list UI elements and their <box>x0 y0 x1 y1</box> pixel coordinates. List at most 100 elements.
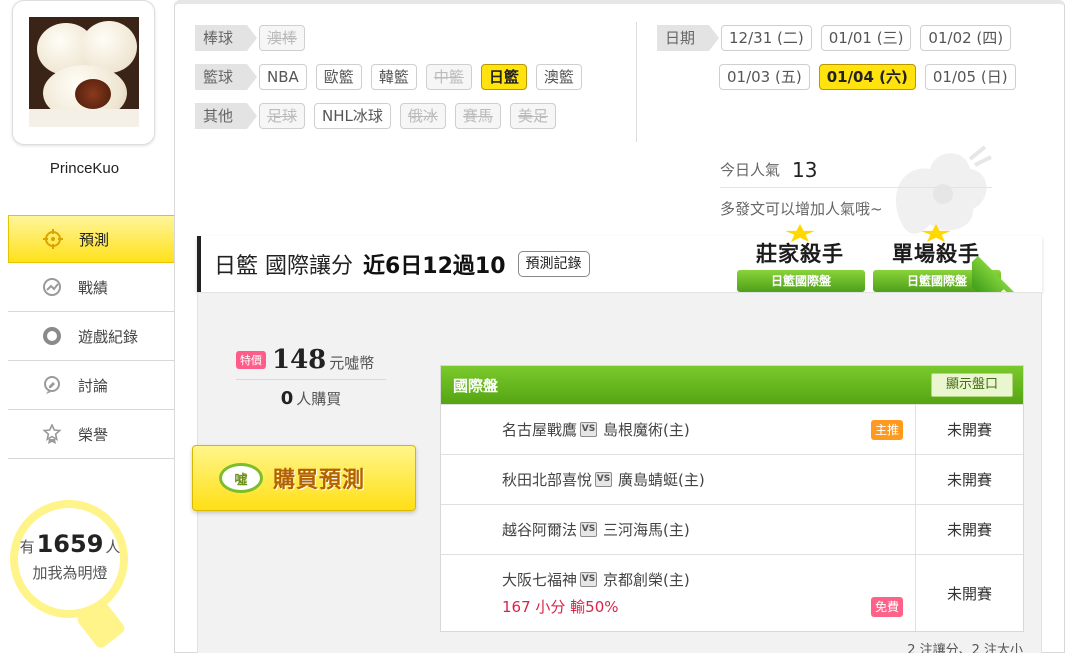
date-label: 日期 <box>657 25 720 51</box>
date-chip-selected[interactable]: 01/04 (六) <box>818 64 916 90</box>
buy-prediction-button[interactable]: 噓 購買預測 <box>192 445 416 511</box>
league-chip-russia-hockey: 俄冰 <box>399 103 446 129</box>
sidebar-item-predict[interactable]: 預測 <box>8 215 195 263</box>
table-row: 秋田北部喜悅 VS 廣島蜻蜓(主) 未開賽 <box>441 454 1023 504</box>
sidebar-item-label: 遊戲紀錄 <box>78 327 139 346</box>
sale-badge: 特價 <box>236 351 266 369</box>
sidebar-item-label: 預測 <box>79 230 110 249</box>
game-matchup: 越谷阿爾法 VS 三河海馬(主) <box>441 505 916 554</box>
buy-button-label: 購買預測 <box>273 468 366 493</box>
filter-row-other: 其他 足球 NHL冰球 俄冰 賽馬 美足 <box>195 103 565 129</box>
prediction-pick: 167 小分 輸50% <box>502 598 619 616</box>
sidebar-item-label: 討論 <box>78 376 109 395</box>
show-odds-button[interactable]: 顯示盤口 <box>930 373 1013 397</box>
league-chip-korea-basketball[interactable]: 韓籃 <box>370 64 417 90</box>
ring-icon <box>42 326 62 346</box>
date-row-2: 01/03 (五) 01/04 (六) 01/05 (日) <box>719 64 1025 90</box>
game-matchup: 秋田北部喜悅 VS 廣島蜻蜓(主) <box>441 455 916 504</box>
vs-icon: VS <box>580 572 598 587</box>
price-row: 特價 148 元噓幣 <box>236 345 386 380</box>
game-matchup: 大阪七福神 VS 京都創榮(主) 167 小分 輸50% 免費 <box>441 555 916 631</box>
game-status: 未開賽 <box>946 521 992 539</box>
popularity-box: 今日人氣 13 多發文可以增加人氣哦~ <box>720 152 992 228</box>
chat-icon <box>42 375 62 395</box>
badge-ribbon: 日籃國際盤 <box>737 270 865 292</box>
prediction-streak: 近6日12過10 <box>363 254 506 279</box>
sidebar-item-label: 榮譽 <box>78 425 109 444</box>
popularity-label: 今日人氣 <box>720 161 781 179</box>
featured-tag: 主推 <box>870 419 903 440</box>
table-row: 名古屋戰鷹 VS 島根魔術(主) 主推 未開賽 <box>441 404 1023 454</box>
vs-icon: VS <box>595 472 613 487</box>
sidebar-item-game-log[interactable]: 遊戲紀錄 <box>8 312 174 361</box>
sidebar-item-discuss[interactable]: 討論 <box>8 361 174 410</box>
filter-row-baseball: 棒球 澳棒 <box>195 25 314 51</box>
badge-title: 莊家殺手 <box>756 242 844 266</box>
prediction-panel: 特價 148 元噓幣 0人購買 噓 購買預測 國際盤 顯示盤口 名古屋戰鷹 V <box>192 292 1042 653</box>
vs-icon: VS <box>580 422 598 437</box>
game-status: 未開賽 <box>946 584 992 603</box>
date-chip[interactable]: 01/05 (日) <box>924 64 1016 90</box>
chart-icon <box>42 277 62 297</box>
away-team: 名古屋戰鷹 <box>502 421 578 439</box>
crosshair-icon <box>43 229 63 249</box>
league-chip-horse-racing: 賽馬 <box>454 103 501 129</box>
date-chip[interactable]: 01/03 (五) <box>719 64 810 90</box>
league-chip-euro-basketball[interactable]: 歐籃 <box>315 64 362 90</box>
medal-icon <box>42 424 62 444</box>
avatar-plate <box>29 109 139 127</box>
price-unit: 元噓幣 <box>329 354 375 372</box>
date-chip[interactable]: 01/01 (三) <box>820 25 912 51</box>
odds-table-header: 國際盤 顯示盤口 <box>441 366 1023 404</box>
lightbulb-icon <box>10 500 128 618</box>
league-chip-american-football: 美足 <box>509 103 556 129</box>
prediction-league: 日籃 國際讓分 <box>214 254 353 279</box>
sidebar-item-record[interactable]: 戰績 <box>8 263 174 312</box>
away-team: 大阪七福神 <box>502 571 578 589</box>
price-value: 148 <box>272 345 327 375</box>
game-status: 未開賽 <box>946 471 992 489</box>
league-chip-china-basketball: 中籃 <box>425 64 472 90</box>
popularity-note: 多發文可以增加人氣哦~ <box>720 199 883 218</box>
vs-icon: VS <box>580 522 598 537</box>
avatar-card <box>12 0 155 145</box>
sidebar-item-honor[interactable]: 榮譽 <box>8 410 174 459</box>
avatar-filling <box>75 79 111 109</box>
prediction-record-button[interactable]: 預測記錄 <box>517 251 590 277</box>
table-row: 大阪七福神 VS 京都創榮(主) 167 小分 輸50% 免費 未開賽 <box>441 554 1023 631</box>
main-panel: 棒球 澳棒 籃球 NBA 歐籃 韓籃 中籃 日籃 澳籃 其他 足球 NHL冰球 … <box>174 0 1065 653</box>
avatar[interactable] <box>29 17 139 127</box>
category-label: 其他 <box>195 103 258 129</box>
league-chip-football: 足球 <box>259 103 306 129</box>
league-chip-japan-basketball[interactable]: 日籃 <box>480 64 527 90</box>
buyers-count: 0 人購買 <box>280 388 342 409</box>
price-box: 特價 148 元噓幣 0 人購買 <box>236 345 386 409</box>
league-chip-nba[interactable]: NBA <box>259 64 307 90</box>
popularity-row: 今日人氣 13 <box>720 152 992 188</box>
home-team: 三河海馬(主) <box>603 521 690 539</box>
odds-table-title: 國際盤 <box>453 376 499 395</box>
filter-row-basketball: 籃球 NBA 歐籃 韓籃 中籃 日籃 澳籃 <box>195 64 591 90</box>
league-chip-aus-basketball[interactable]: 澳籃 <box>535 64 582 90</box>
home-team: 島根魔術(主) <box>603 421 690 439</box>
away-team: 越谷阿爾法 <box>502 521 578 539</box>
date-chip[interactable]: 12/31 (二) <box>721 25 812 51</box>
username[interactable]: PrinceKuo <box>12 160 157 177</box>
game-matchup: 名古屋戰鷹 VS 島根魔術(主) 主推 <box>441 405 916 454</box>
date-chip[interactable]: 01/02 (四) <box>920 25 1012 51</box>
popularity-value: 13 <box>792 157 818 182</box>
date-row-1: 日期 12/31 (二) 01/01 (三) 01/02 (四) <box>657 25 1020 51</box>
league-chip-aus-baseball: 澳棒 <box>259 25 306 51</box>
home-team: 廣島蜻蜓(主) <box>618 471 705 489</box>
buy-logo-icon: 噓 <box>219 463 263 493</box>
divider <box>636 22 637 142</box>
league-chip-nhl[interactable]: NHL冰球 <box>314 103 391 129</box>
home-team: 京都創榮(主) <box>603 571 690 589</box>
odds-table: 國際盤 顯示盤口 名古屋戰鷹 VS 島根魔術(主) 主推 未開賽 秋田北部喜悅 … <box>440 365 1024 632</box>
bet-summary: 2 注讓分、2 注大小 <box>907 643 1023 653</box>
sidebar-item-label: 戰績 <box>78 278 109 297</box>
follow-link[interactable]: 加我為明燈 <box>8 562 132 583</box>
fans-count: 有1659 人 <box>19 530 121 558</box>
table-row: 越谷阿爾法 VS 三河海馬(主) 未開賽 <box>441 504 1023 554</box>
fans-counter[interactable]: 有1659 人 加我為明燈 <box>8 500 128 651</box>
